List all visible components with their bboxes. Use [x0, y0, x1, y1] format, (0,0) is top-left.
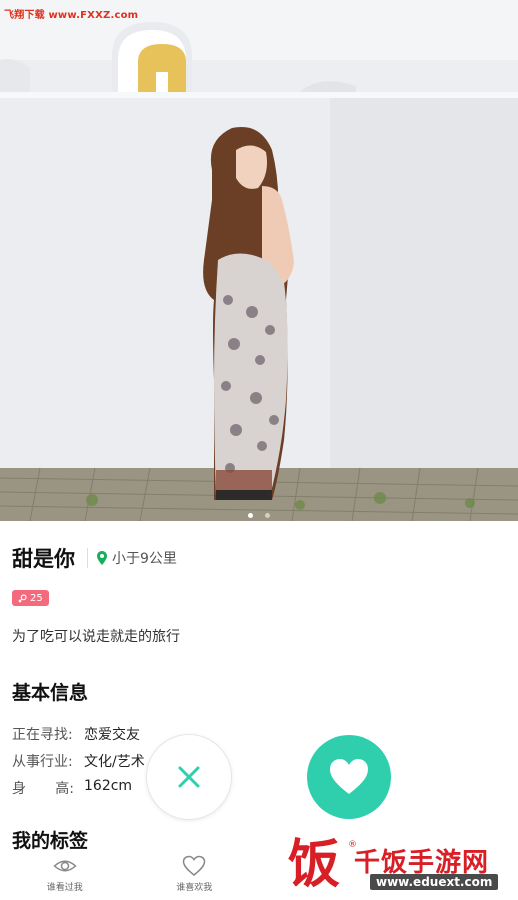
info-row-height: 身 高: 162cm [12, 778, 132, 798]
female-icon [18, 593, 27, 603]
profile-photo[interactable]: 飞翔下载 www.FXXZ.com [0, 0, 518, 521]
info-label-part: 高: [55, 781, 74, 797]
nav-item-liked-me[interactable]: 谁喜欢我 [130, 850, 260, 900]
divider [87, 548, 88, 568]
info-value: 恋爱交友 [84, 727, 140, 743]
info-row-looking-for: 正在寻找: 恋爱交友 [12, 724, 140, 744]
like-button[interactable] [307, 735, 391, 819]
dislike-button[interactable] [146, 734, 232, 820]
info-label: 从事行业: [12, 754, 73, 770]
nav-item-viewed-me[interactable]: 谁看过我 [0, 850, 130, 900]
info-row-industry: 从事行业: 文化/艺术 [12, 751, 145, 771]
distance-text: 小于9公里 [112, 551, 177, 567]
logo-watermark: 饭 ® 千饭手游网 www.eduext.com [286, 832, 514, 898]
profile-photo-image [0, 0, 518, 521]
name-row: 甜是你 小于9公里 [12, 543, 177, 573]
info-label-part: 身 [12, 781, 26, 797]
signature-text: 为了吃可以说走就走的旅行 [12, 629, 180, 645]
logo-url: www.eduext.com [370, 874, 499, 890]
basic-info-title: 基本信息 [12, 682, 89, 704]
logo-han-glyph: 饭 [288, 834, 341, 895]
info-value: 文化/艺术 [84, 754, 145, 770]
heart-icon [330, 759, 368, 794]
nav-label: 谁看过我 [46, 883, 83, 893]
carousel-dots [0, 503, 518, 521]
watermark-top: 飞翔下载 www.FXXZ.com [4, 10, 139, 21]
close-icon [178, 766, 200, 788]
location-pin-icon [97, 551, 107, 565]
info-value: 162cm [84, 778, 133, 794]
nav-label: 谁喜欢我 [176, 883, 213, 893]
info-label: 身 高: [12, 778, 74, 798]
heart-outline-icon [182, 855, 206, 876]
carousel-dot [264, 513, 270, 518]
age-text: 25 [30, 592, 43, 604]
info-label: 正在寻找: [12, 727, 73, 743]
age-badge: 25 [12, 590, 49, 606]
profile-name: 甜是你 [12, 547, 75, 571]
eye-icon [53, 860, 77, 872]
carousel-dot-active [248, 513, 254, 518]
tags-title: 我的标签 [12, 830, 89, 852]
